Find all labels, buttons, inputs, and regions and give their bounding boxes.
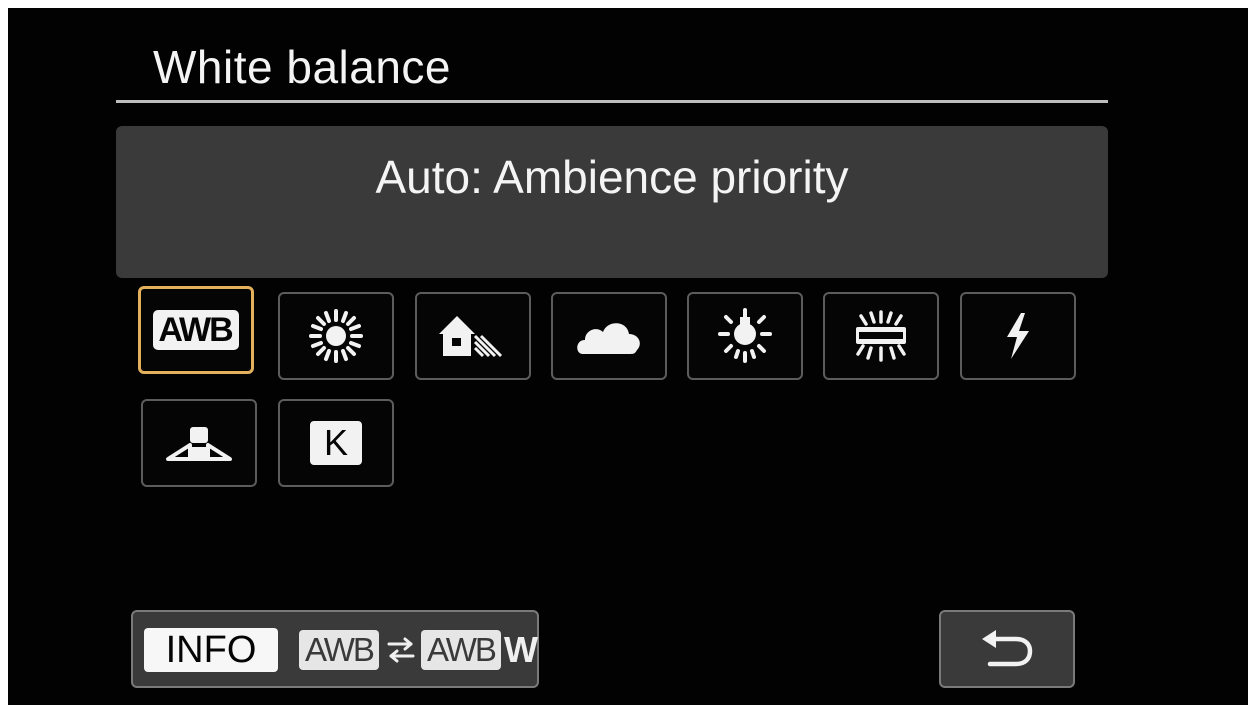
wb-option-flash[interactable]	[960, 292, 1076, 380]
mode-description-panel: Auto: Ambience priority	[116, 126, 1108, 278]
shade-icon	[439, 316, 503, 358]
wb-option-awb[interactable]: AWB	[138, 286, 254, 374]
swap-arrows-icon	[387, 637, 415, 663]
wb-option-cloudy[interactable]	[551, 292, 667, 380]
awb-white-badge: AWB	[421, 630, 501, 670]
title-divider	[116, 100, 1108, 103]
flash-icon	[1007, 313, 1029, 359]
white-priority-letter: W	[504, 629, 538, 670]
wb-option-custom[interactable]	[141, 399, 257, 487]
return-arrow-icon	[982, 630, 1033, 667]
wb-option-tungsten[interactable]	[687, 292, 803, 380]
return-button[interactable]	[939, 610, 1075, 688]
kelvin-icon: K	[310, 421, 362, 465]
fluorescent-icon	[856, 310, 906, 362]
wb-option-kelvin[interactable]: K	[278, 399, 394, 487]
custom-wb-icon	[166, 427, 232, 461]
awb-icon: AWB	[153, 310, 239, 350]
page-title: White balance	[153, 41, 451, 93]
wb-option-fluorescent[interactable]	[823, 292, 939, 380]
awb-ambience-badge: AWB	[299, 630, 379, 670]
camera-screen: White balance Auto: Ambience priority AW…	[8, 8, 1248, 705]
cloudy-icon	[577, 323, 640, 354]
info-button-label: INFO	[144, 628, 278, 672]
wb-option-daylight[interactable]	[278, 292, 394, 380]
wb-option-shade[interactable]	[415, 292, 531, 380]
tungsten-icon	[718, 308, 772, 363]
mode-description: Auto: Ambience priority	[375, 151, 849, 203]
info-toggle-hint[interactable]: INFO AWB AWB W	[131, 610, 539, 688]
daylight-icon	[309, 309, 363, 363]
